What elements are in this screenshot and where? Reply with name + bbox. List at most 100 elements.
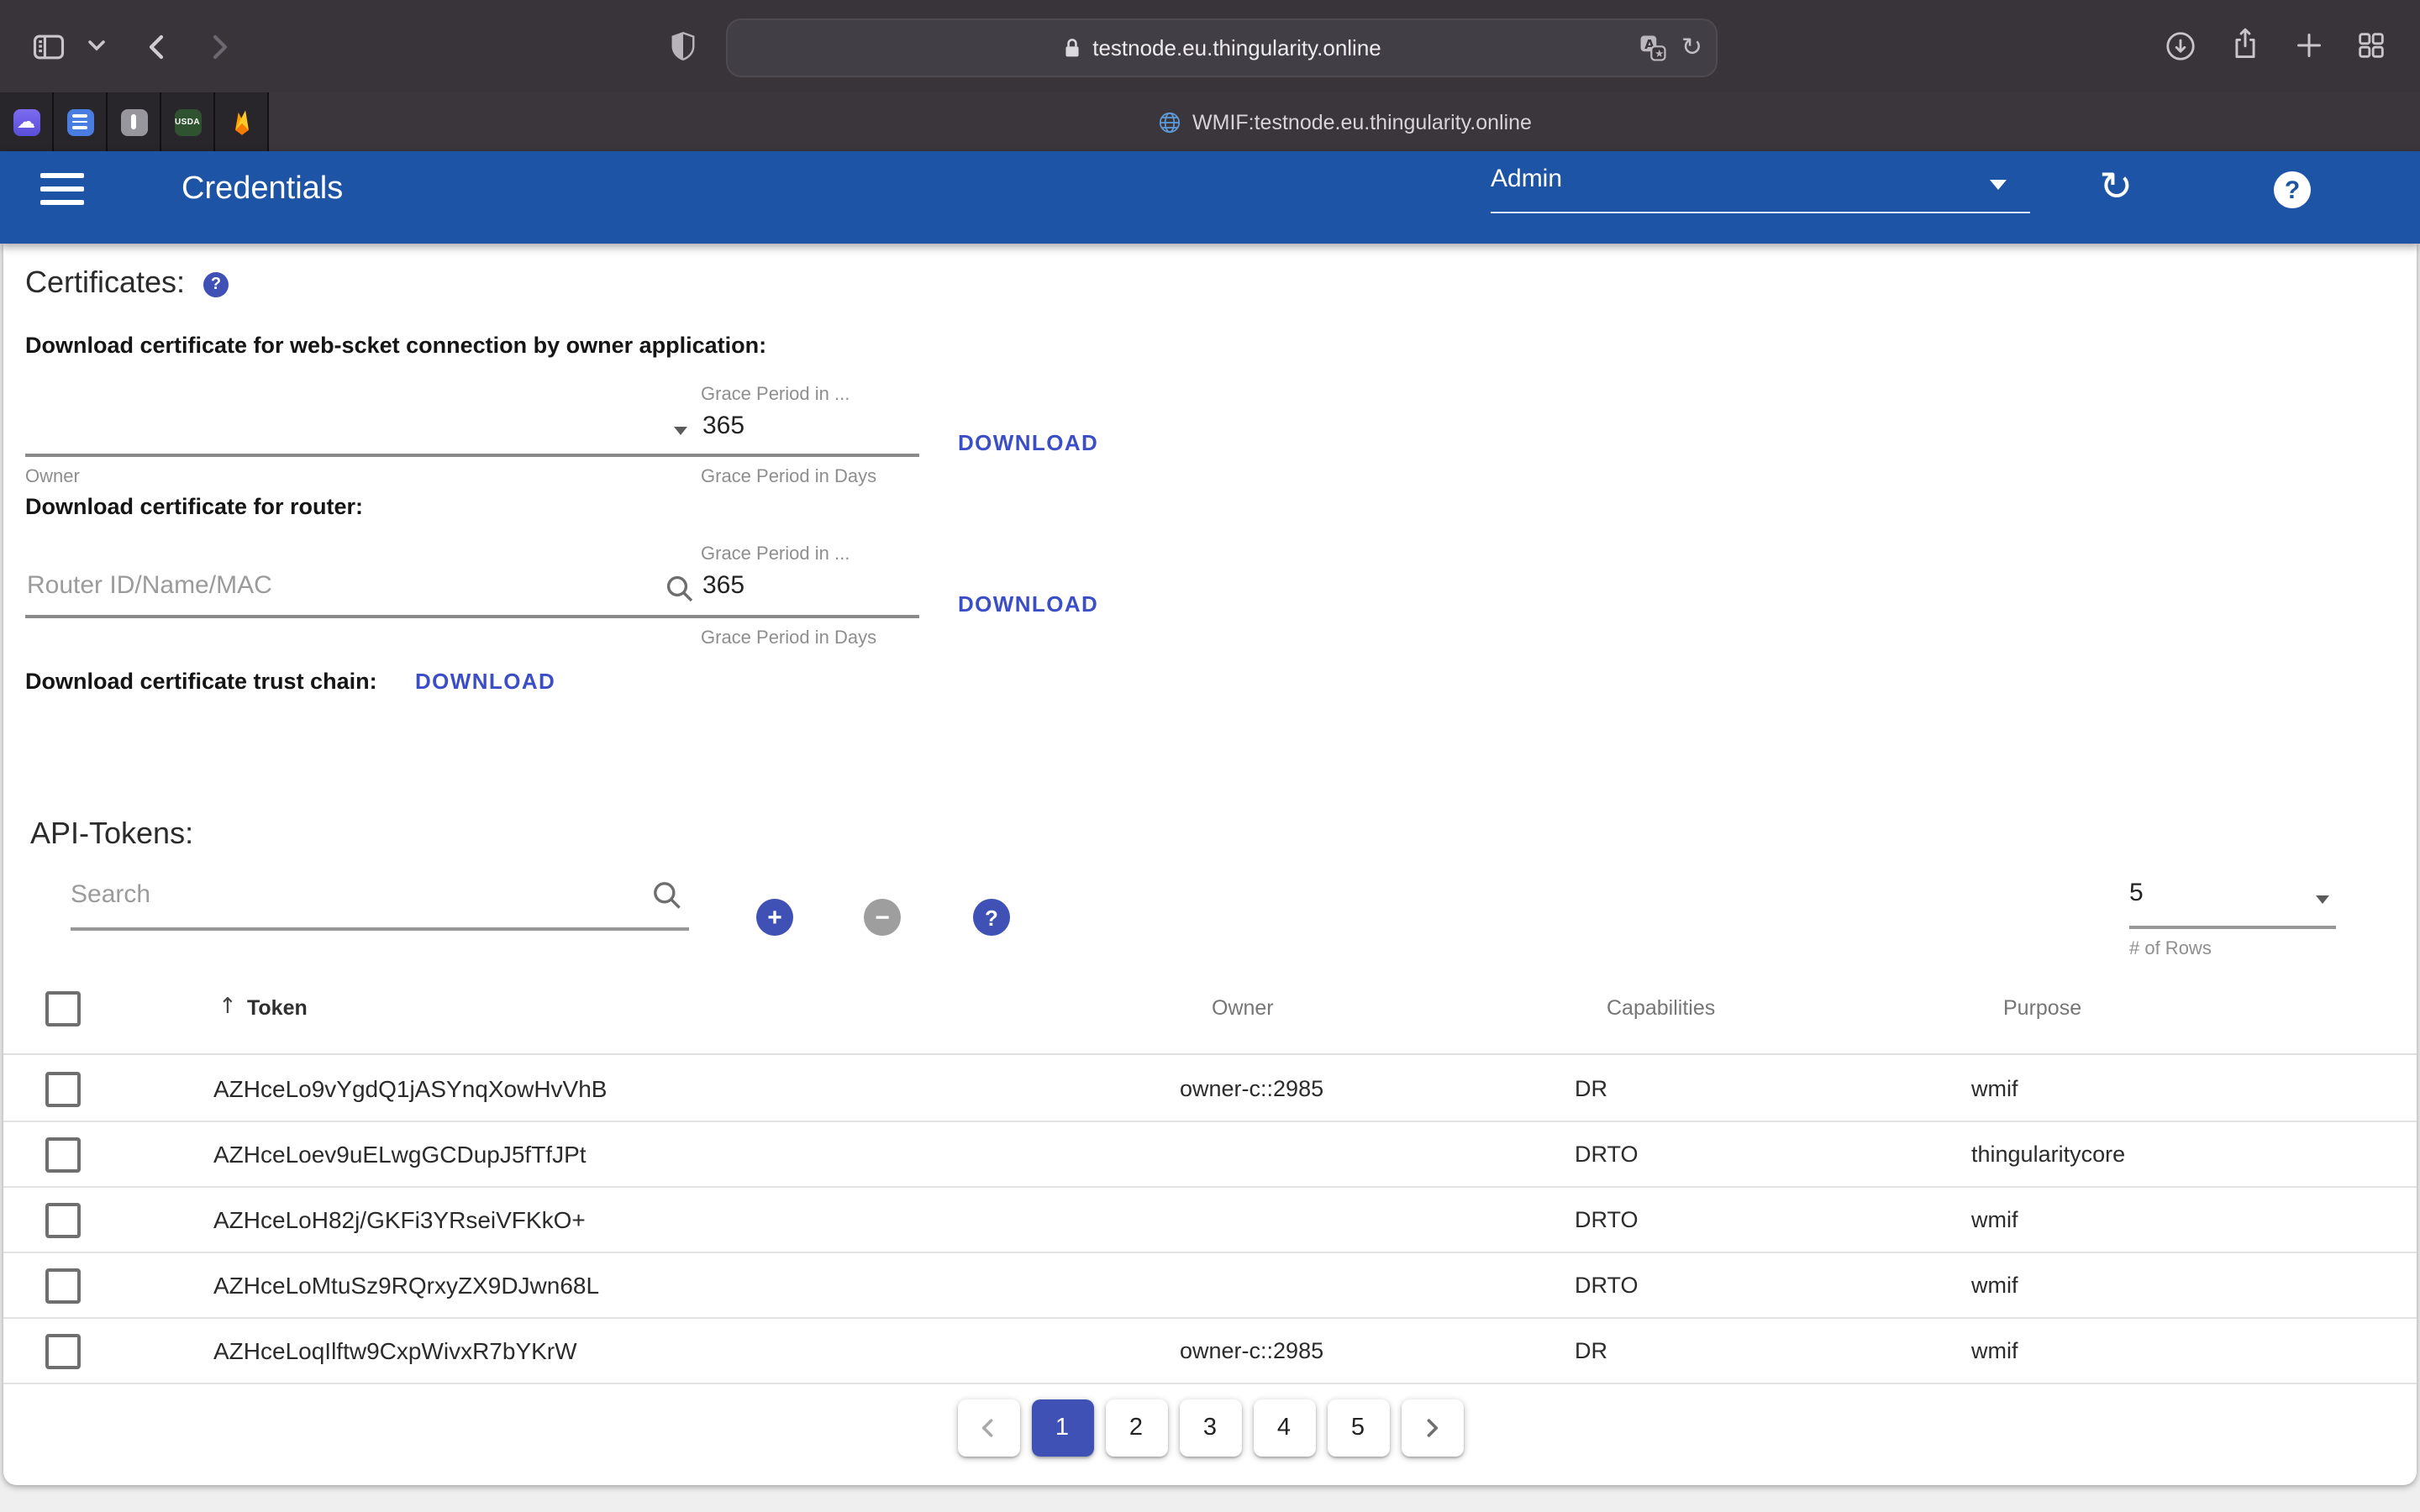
cell-capabilities: DRTO	[1575, 1206, 1639, 1231]
table-row[interactable]: AZHceLoH82j/GKFi3YRseiVFKkO+ DRTO wmif	[3, 1186, 2417, 1253]
pinned-tab-cloud[interactable]: ☁	[0, 92, 54, 151]
docs-app-icon	[66, 108, 93, 135]
share-icon[interactable]	[2227, 24, 2264, 64]
page-title: Credentials	[182, 171, 343, 208]
search-icon	[652, 880, 682, 911]
certificates-help-icon[interactable]: ?	[203, 272, 229, 297]
field-underline-2	[25, 615, 919, 617]
cell-purpose: wmif	[1971, 1075, 2018, 1100]
cell-token: AZHceLoH82j/GKFi3YRseiVFKkO+	[213, 1205, 586, 1232]
table-row[interactable]: AZHceLo9vYgdQ1jASYnqXowHvVhB owner-c::29…	[3, 1055, 2417, 1122]
info-app-icon	[120, 108, 147, 135]
sidebar-toggle-icon[interactable]	[30, 29, 67, 66]
tokens-help-icon[interactable]: ?	[973, 899, 1010, 936]
cell-owner: owner-c::2985	[1180, 1075, 1323, 1100]
grace-period-label-top: Grace Period in ...	[701, 385, 850, 405]
pagination-page-button[interactable]: 2	[1105, 1399, 1167, 1457]
router-search-icon	[666, 575, 694, 603]
column-header-owner[interactable]: Owner	[1212, 996, 1274, 1020]
table-row[interactable]: AZHceLoMtuSz9RQrxyZX9DJwn68L DRTO wmif	[3, 1252, 2417, 1319]
role-select-underline	[1491, 212, 2030, 213]
websocket-download-button[interactable]: DOWNLOAD	[958, 430, 1098, 455]
cloud-app-icon: ☁	[13, 108, 39, 135]
certificates-heading: Certificates:	[25, 265, 185, 301]
browser-toolbar: testnode.eu.thingularity.online A ★ ↻	[0, 0, 2420, 92]
globe-favicon	[1157, 110, 1181, 134]
downloads-icon[interactable]	[2163, 29, 2198, 64]
pagination-page-button[interactable]: 5	[1327, 1399, 1389, 1457]
role-select-value: Admin	[1491, 165, 1562, 193]
pagination-next-button[interactable]	[1401, 1399, 1463, 1457]
pagination: 1 2 3 4 5	[3, 1399, 2417, 1457]
menu-hamburger-icon[interactable]	[40, 173, 84, 205]
svg-text:★: ★	[1655, 48, 1665, 60]
column-header-purpose[interactable]: Purpose	[2003, 996, 2081, 1020]
owner-field-label: Owner	[25, 467, 80, 487]
owner-select-caret-icon	[674, 427, 687, 435]
row-checkbox[interactable]	[45, 1334, 81, 1369]
row-checkbox[interactable]	[45, 1203, 81, 1238]
refresh-icon[interactable]: ↻	[2099, 166, 2133, 207]
rows-per-page-select[interactable]: 5	[2129, 879, 2336, 922]
row-checkbox[interactable]	[45, 1137, 81, 1173]
search-underline	[71, 927, 689, 930]
pinned-tab-usda[interactable]: USDA	[161, 92, 215, 151]
websocket-cert-label: Download certificate for web-scket conne…	[25, 333, 766, 358]
content-blocker-shield-icon[interactable]	[666, 29, 701, 64]
sidebar-chevron-down-icon[interactable]	[87, 39, 106, 52]
owner-select[interactable]	[25, 403, 672, 454]
remove-token-button[interactable]: −	[864, 899, 901, 936]
cell-token: AZHceLo9vYgdQ1jASYnqXowHvVhB	[213, 1074, 607, 1101]
grace-period-input-2[interactable]	[702, 571, 803, 600]
tab-overview-icon[interactable]	[2354, 29, 2388, 62]
address-bar[interactable]: testnode.eu.thingularity.online A ★ ↻	[726, 18, 1718, 77]
app-header	[0, 151, 2420, 244]
row-checkbox[interactable]	[45, 1268, 81, 1304]
usda-icon: USDA	[174, 108, 201, 135]
reload-page-icon[interactable]: ↻	[1681, 35, 1702, 60]
router-download-button[interactable]: DOWNLOAD	[958, 591, 1098, 617]
add-token-button[interactable]: +	[756, 899, 793, 936]
role-select[interactable]: Admin	[1491, 165, 2030, 208]
pagination-page-button[interactable]: 4	[1253, 1399, 1315, 1457]
grace-period-label-bottom-2: Grace Period in Days	[701, 628, 876, 648]
select-all-checkbox[interactable]	[45, 991, 81, 1026]
grace-period-label-bottom: Grace Period in Days	[701, 467, 876, 487]
header-help-icon[interactable]: ?	[2274, 171, 2311, 208]
cell-capabilities: DR	[1575, 1075, 1607, 1100]
cell-token: AZHceLoqIlftw9CxpWivxR7bYKrW	[213, 1336, 577, 1363]
pagination-page-button[interactable]: 3	[1179, 1399, 1241, 1457]
tab-strip: ☁ USDA	[0, 92, 2420, 151]
forward-button-icon[interactable]	[198, 27, 239, 67]
new-tab-icon[interactable]	[2292, 29, 2326, 62]
translate-icon[interactable]: A ★	[1639, 34, 1668, 62]
row-checkbox[interactable]	[45, 1072, 81, 1107]
rows-per-page-value: 5	[2129, 879, 2144, 907]
active-tab-title: WMIF:testnode.eu.thingularity.online	[1192, 110, 1532, 134]
content-card: Certificates: ? Download certificate for…	[3, 244, 2417, 1485]
cell-capabilities: DR	[1575, 1337, 1607, 1362]
pinned-tab-docs[interactable]	[54, 92, 108, 151]
trust-chain-download-button[interactable]: DOWNLOAD	[415, 669, 555, 694]
lock-icon	[1062, 36, 1082, 60]
pinned-tab-info[interactable]	[108, 92, 161, 151]
cell-capabilities: DRTO	[1575, 1272, 1639, 1297]
grace-period-label-top-2: Grace Period in ...	[701, 544, 850, 564]
search-input[interactable]	[71, 880, 625, 909]
active-tab[interactable]: WMIF:testnode.eu.thingularity.online	[269, 92, 2420, 151]
column-header-token[interactable]: Token	[247, 996, 308, 1020]
firebase-flame-icon	[228, 108, 255, 135]
back-button-icon[interactable]	[138, 27, 178, 67]
rows-select-caret-icon	[2316, 895, 2329, 904]
grace-period-input[interactable]	[702, 412, 803, 440]
router-id-input[interactable]	[27, 571, 581, 600]
pagination-page-button[interactable]: 1	[1031, 1399, 1093, 1457]
pagination-prev-button[interactable]	[957, 1399, 1019, 1457]
pinned-tab-firebase[interactable]	[215, 92, 269, 151]
table-row[interactable]: AZHceLoqIlftw9CxpWivxR7bYKrW owner-c::29…	[3, 1317, 2417, 1384]
table-row[interactable]: AZHceLoev9uELwgGCDupJ5fTfJPt DRTO thingu…	[3, 1121, 2417, 1188]
rows-per-page-label: # of Rows	[2129, 939, 2212, 959]
sort-ascending-icon[interactable]: ↑	[218, 995, 237, 1020]
column-header-capabilities[interactable]: Capabilities	[1607, 996, 1715, 1020]
cell-purpose: wmif	[1971, 1206, 2018, 1231]
